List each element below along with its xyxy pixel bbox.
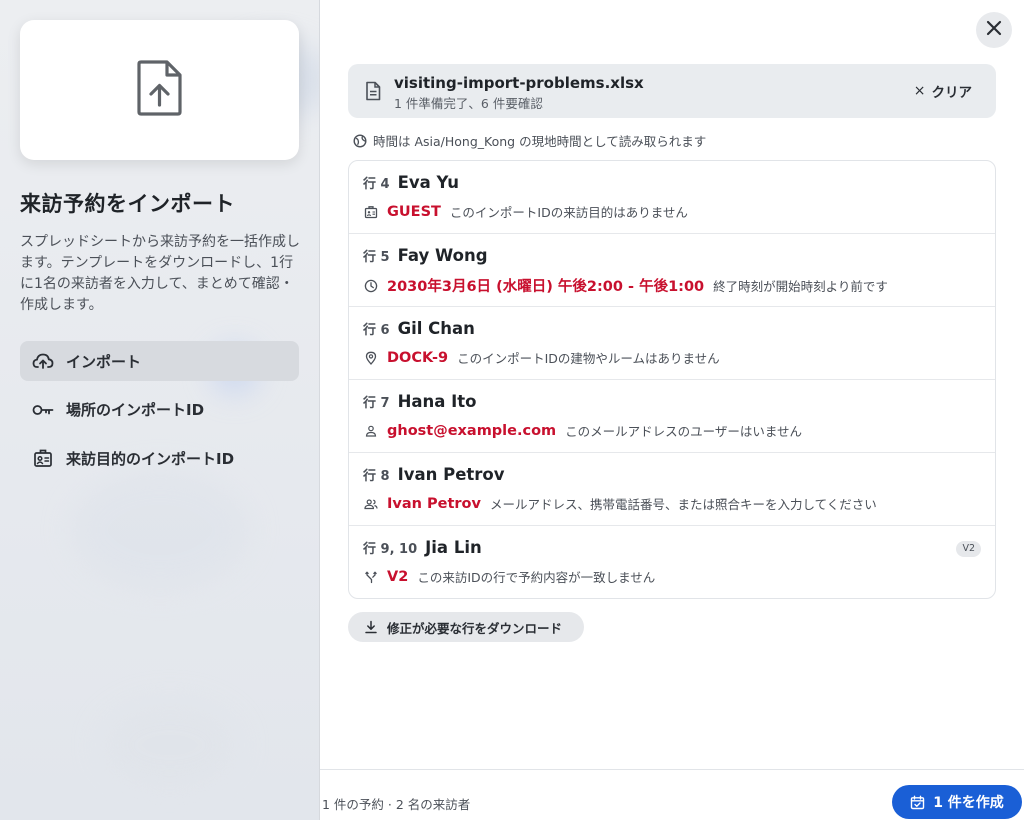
invalid-value: Ivan Petrov <box>387 495 481 512</box>
error-message: 終了時刻が開始時刻より前です <box>713 279 888 294</box>
background-blur <box>70 470 250 590</box>
error-message: このインポートIDの建物やルームはありません <box>457 351 720 366</box>
row-number: 行 7 <box>363 396 390 411</box>
invalid-value: ghost@example.com <box>387 422 557 439</box>
visitor-name: Eva Yu <box>397 173 459 192</box>
timezone-note: 時間は Asia/Hong_Kong の現地時間として読み取られます <box>353 131 706 150</box>
visitor-name: Ivan Petrov <box>397 465 505 484</box>
location-pin-icon <box>363 350 379 366</box>
sidebar-nav: インポート 場所のインポートID 来訪目的のインポートID <box>20 341 299 487</box>
error-message: このメールアドレスのユーザーはいません <box>565 424 803 439</box>
download-icon <box>364 620 378 634</box>
person-icon <box>363 423 379 439</box>
visitor-name: Jia Lin <box>425 538 482 557</box>
page-title: 来訪予約をインポート <box>20 192 235 216</box>
row-number: 行 9, 10 <box>363 542 418 557</box>
file-upload-icon <box>136 59 184 121</box>
close-icon <box>986 20 1002 40</box>
invalid-value: GUEST <box>387 203 441 220</box>
download-problem-rows-button[interactable]: 修正が必要な行をダウンロード <box>348 612 584 642</box>
sidebar-panel: 来訪予約をインポート スプレッドシートから来訪予約を一括作成します。テンプレート… <box>0 0 320 820</box>
create-label: 1 件を作成 <box>933 795 1004 811</box>
download-label: 修正が必要な行をダウンロード <box>387 620 563 636</box>
sidebar-item-label: 来訪目的のインポートID <box>66 449 235 468</box>
sidebar-item-location-ids[interactable]: 場所のインポートID <box>20 390 299 430</box>
list-item[interactable]: 行 9, 10 Jia Lin V2 V2 この来訪IDの行で予約内容が一致しま… <box>349 526 995 598</box>
row-number: 行 5 <box>363 250 390 265</box>
close-icon: × <box>913 83 926 99</box>
row-number: 行 6 <box>363 323 390 338</box>
import-summary: 1 件の予約 · 2 名の来訪者 <box>322 797 471 812</box>
close-button[interactable] <box>976 12 1012 48</box>
invalid-value: 2030年3月6日 (水曜日) 午後2:00 - 午後1:00 <box>387 279 705 295</box>
file-card: visiting-import-problems.xlsx 1 件準備完了、6 … <box>348 64 996 118</box>
error-message: このインポートIDの来訪目的はありません <box>449 205 688 220</box>
clear-button[interactable]: × クリア <box>914 81 972 101</box>
visitor-name: Hana Ito <box>397 392 477 411</box>
invalid-value: V2 <box>387 568 409 585</box>
background-blur <box>100 700 240 790</box>
error-message: この来訪IDの行で予約内容が一致しません <box>417 570 656 585</box>
file-name: visiting-import-problems.xlsx <box>394 74 644 92</box>
visitor-name: Fay Wong <box>397 246 488 265</box>
timezone-text: 時間は Asia/Hong_Kong の現地時間として読み取られます <box>373 134 707 149</box>
clock-icon <box>363 278 379 294</box>
visitor-name: Gil Chan <box>397 319 475 338</box>
badge-icon <box>32 447 54 469</box>
file-icon <box>365 81 381 105</box>
footer-bar: 1 件の予約 · 2 名の来訪者 1 件を作成 <box>320 769 1024 820</box>
create-button[interactable]: 1 件を作成 <box>892 785 1022 819</box>
sidebar-item-import[interactable]: インポート <box>20 341 299 381</box>
list-item[interactable]: 行 8 Ivan Petrov Ivan Petrov メールアドレス、携帯電話… <box>349 453 995 526</box>
page-description: スプレッドシートから来訪予約を一括作成します。テンプレートをダウンロードし、1行… <box>20 234 300 313</box>
sidebar-item-label: インポート <box>66 352 142 371</box>
error-message: メールアドレス、携帯電話番号、または照合キーを入力してください <box>489 497 877 512</box>
people-icon <box>363 496 379 512</box>
badge-icon <box>363 204 379 220</box>
hero-card <box>20 20 299 160</box>
version-badge: V2 <box>956 541 981 557</box>
file-status: 1 件準備完了、6 件要確認 <box>394 96 543 111</box>
row-number: 行 4 <box>363 177 390 192</box>
list-item[interactable]: 行 6 Gil Chan DOCK-9 このインポートIDの建物やルームはありま… <box>349 307 995 380</box>
cloud-upload-icon <box>32 350 54 372</box>
key-icon <box>32 399 54 421</box>
globe-icon <box>353 133 367 148</box>
sidebar-item-label: 場所のインポートID <box>66 401 205 419</box>
row-number: 行 8 <box>363 469 390 484</box>
list-item[interactable]: 行 5 Fay Wong 2030年3月6日 (水曜日) 午後2:00 - 午後… <box>349 234 995 307</box>
calendar-check-icon <box>910 795 925 810</box>
list-item[interactable]: 行 4 Eva Yu GUEST このインポートIDの来訪目的はありません <box>349 161 995 234</box>
sidebar-item-purpose-ids[interactable]: 来訪目的のインポートID <box>20 438 299 478</box>
list-item[interactable]: 行 7 Hana Ito ghost@example.com このメールアドレス… <box>349 380 995 453</box>
invalid-value: DOCK-9 <box>387 349 449 366</box>
problem-rows-list: 行 4 Eva Yu GUEST このインポートIDの来訪目的はありません 行 … <box>348 160 996 599</box>
merge-icon <box>363 569 379 585</box>
clear-label: クリア <box>931 85 973 101</box>
